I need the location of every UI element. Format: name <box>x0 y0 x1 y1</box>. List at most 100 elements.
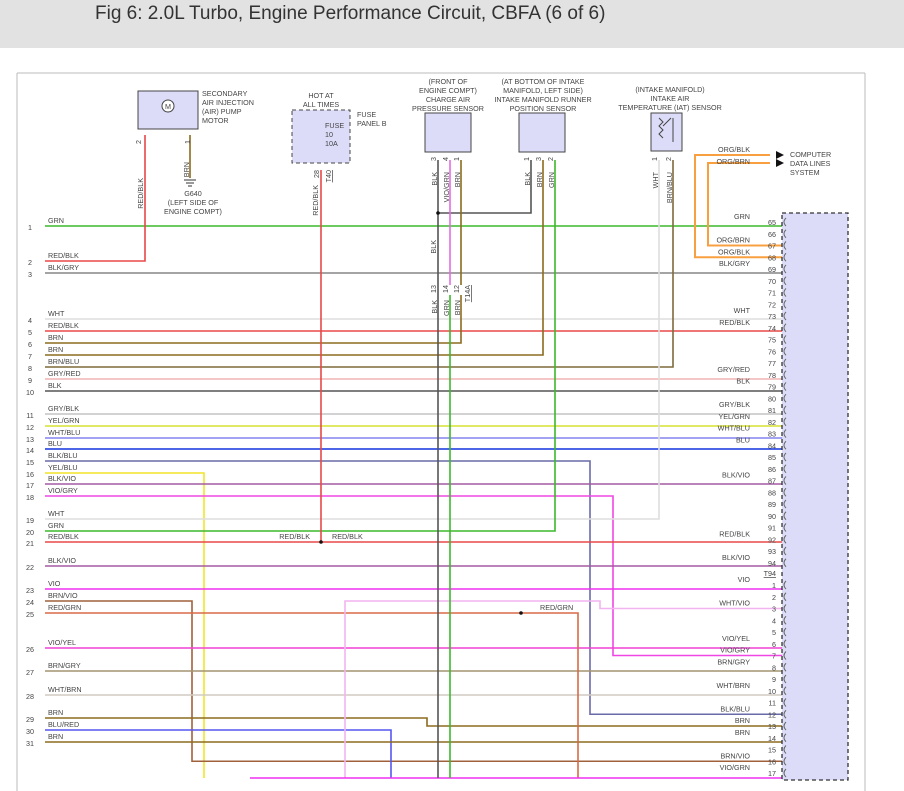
left-row-wire-label: RED/GRN <box>48 603 81 612</box>
fuse-label: FUSE <box>325 121 344 130</box>
right-pin-number: 71 <box>768 289 776 298</box>
pin-number: 13 <box>429 285 438 293</box>
right-pin-number: 72 <box>768 300 776 309</box>
right-pin-number: 14 <box>768 734 776 743</box>
wire-label: WHT <box>651 171 660 188</box>
right-pin-number: 17 <box>768 769 776 778</box>
right-pin-number: 83 <box>768 430 776 439</box>
right-pin-number: 75 <box>768 336 776 345</box>
pin-number: 3 <box>429 157 438 161</box>
right-pin-wire-label: VIO/YEL <box>722 634 750 643</box>
wire-label: ORG/BRN <box>716 157 750 166</box>
right-pin-number: 80 <box>768 394 776 403</box>
wire-label: BRN/BLU <box>665 172 674 203</box>
left-row-number: 10 <box>26 388 34 397</box>
right-pin-number: 86 <box>768 465 776 474</box>
right-pin-number: 8 <box>772 663 776 672</box>
wire-row-20 <box>45 160 556 532</box>
left-row-number: 28 <box>26 692 34 701</box>
left-row-wire-label: VIO/YEL <box>48 638 76 647</box>
right-pin-number: 94 <box>768 559 776 568</box>
left-row-wire-label: VIO/GRY <box>48 486 78 495</box>
imrp-sensor-label: POSITION SENSOR <box>510 104 577 113</box>
fuse-panel-b <box>291 109 351 164</box>
wire-row-24 <box>45 600 782 763</box>
right-pin-wire-label: VIO <box>738 575 751 584</box>
wire-label: BRN <box>453 300 462 315</box>
left-row-number: 1 <box>28 223 32 232</box>
wire-row-29 <box>45 717 782 727</box>
right-pin-number: 16 <box>768 757 776 766</box>
ground-label: (LEFT SIDE OF <box>168 198 219 207</box>
left-row-wire-label: BLK/GRY <box>48 263 79 272</box>
right-pin-number: 77 <box>768 359 776 368</box>
imrp-sensor-label: MANIFOLD, LEFT SIDE) <box>503 86 583 95</box>
right-pin-number: 3 <box>772 605 776 614</box>
left-row-wire-label: BRN <box>48 345 63 354</box>
left-row-wire-label: VIO <box>48 579 61 588</box>
imrp-sensor-label: INTAKE MANIFOLD RUNNER <box>494 95 591 104</box>
iat-sensor-label: (INTAKE MANIFOLD) <box>635 85 704 94</box>
left-row-wire-label: BRN/BLU <box>48 357 79 366</box>
right-pin-wire-label: WHT <box>734 306 751 315</box>
iat-sensor-label: INTAKE AIR <box>650 94 689 103</box>
connector-name: T94 <box>764 569 776 578</box>
wire-label: BLK <box>523 172 532 186</box>
wire-row-19 <box>45 160 660 520</box>
wire-label: BRN <box>453 172 462 187</box>
wire-label: RED/BLK <box>136 178 145 209</box>
right-pin-wire-label: BLK/GRY <box>719 259 750 268</box>
wire-row-2 <box>45 135 146 262</box>
right-pin-number: 79 <box>768 383 776 392</box>
left-row-number: 16 <box>26 470 34 479</box>
left-row-wire-label: YEL/GRN <box>48 416 80 425</box>
ecm-connector <box>781 212 849 781</box>
left-row-number: 26 <box>26 645 34 654</box>
right-pin-number: 74 <box>768 324 776 333</box>
right-pin-number: 13 <box>768 722 776 731</box>
wire-row-30 <box>45 729 392 778</box>
right-pin-wire-label: BRN <box>735 728 750 737</box>
right-pin-wire-label: BRN <box>735 716 750 725</box>
left-row-wire-label: BRN <box>48 708 63 717</box>
left-row-wire-label: BRN/VIO <box>48 591 78 600</box>
arrow-icon <box>776 151 784 167</box>
charge-air-pressure-sensor <box>424 112 472 153</box>
right-pin-number: 73 <box>768 312 776 321</box>
right-pin-number: 89 <box>768 500 776 509</box>
left-row-number: 19 <box>26 516 34 525</box>
pin-number: 12 <box>452 285 461 293</box>
left-row-number: 17 <box>26 481 34 490</box>
wire-label: ORG/BLK <box>718 145 750 154</box>
right-pin-number: 10 <box>768 687 776 696</box>
charge-air-sensor-label: PRESSURE SENSOR <box>412 104 484 113</box>
hot-at-all-times: ALL TIMES <box>303 100 340 109</box>
left-row-number: 4 <box>28 316 32 325</box>
ground-icon <box>184 179 196 187</box>
right-pin-wire-label: GRN <box>734 212 750 221</box>
charge-air-sensor-label: CHARGE AIR <box>426 95 470 104</box>
left-row-number: 30 <box>26 727 34 736</box>
right-pin-number: 11 <box>769 699 776 708</box>
splice-dot <box>519 611 523 615</box>
left-row-wire-label: WHT <box>48 309 65 318</box>
ground-label: ENGINE COMPT) <box>164 207 222 216</box>
left-row-number: 20 <box>26 528 34 537</box>
data-lines-label: COMPUTER <box>790 150 831 159</box>
left-row-number: 18 <box>26 493 34 502</box>
pin-number: 2 <box>134 140 143 144</box>
right-pin-wire-label: YEL/GRN <box>718 412 750 421</box>
pin-number: 2 <box>546 157 555 161</box>
right-pin-number: 7 <box>772 652 776 661</box>
left-row-wire-label: RED/BLK <box>48 251 79 260</box>
fuse-panel-label: FUSE <box>357 110 376 119</box>
right-pin-number: 15 <box>768 746 776 755</box>
left-row-number: 11 <box>26 411 33 420</box>
right-pin-number: 6 <box>772 640 776 649</box>
right-pin-wire-label: VIO/GRN <box>720 763 750 772</box>
right-pin-number: 93 <box>768 547 776 556</box>
right-pin-wire-label: BLK/BLU <box>720 704 750 713</box>
wire-label: BLK <box>429 240 438 254</box>
right-pin-number: 82 <box>768 418 776 427</box>
pin-number: 14 <box>441 285 450 293</box>
